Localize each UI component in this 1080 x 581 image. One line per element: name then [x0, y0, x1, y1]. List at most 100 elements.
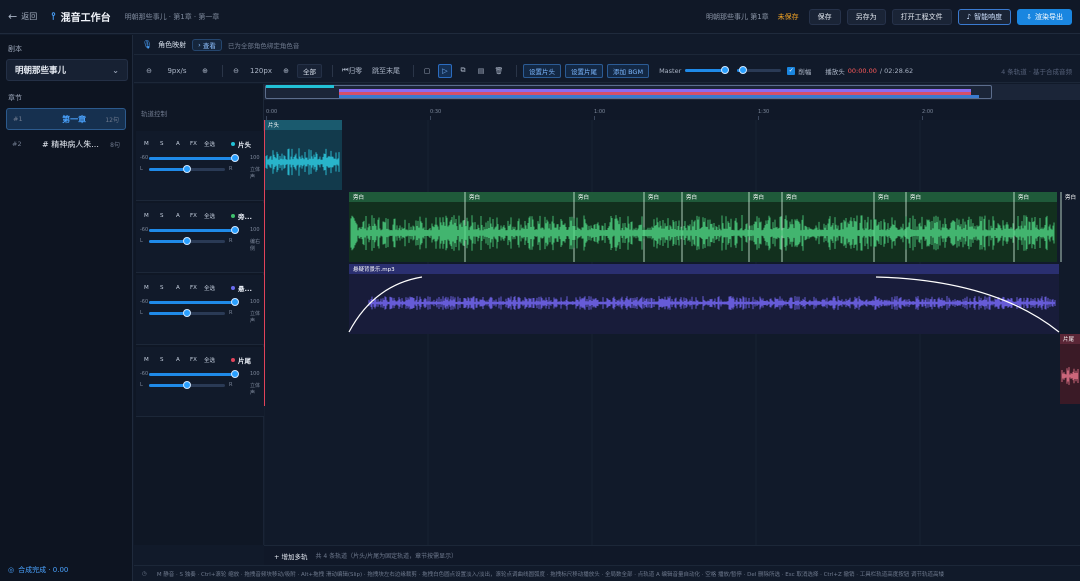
render-export-button[interactable]: ⇩ 渲染导出: [1017, 8, 1072, 25]
track-toggle-button[interactable]: S: [160, 139, 164, 148]
track-control: M S A FX 全选 片头 -60 L R 100 立体声: [136, 131, 264, 201]
open-project-button[interactable]: 打开工程文件: [891, 8, 952, 25]
fit-all-button[interactable]: 全部: [297, 63, 322, 78]
outro-clip-label: 片尾: [1063, 335, 1075, 343]
narration-clip-header[interactable]: [349, 192, 1057, 202]
overview-strip[interactable]: [264, 84, 1080, 100]
track-pan-slider[interactable]: [149, 237, 225, 245]
waveform-canvas: 片头旁白旁白旁白旁白旁白旁白旁白旁白旁白旁白旁白旁白悬疑背景乐.mp3片尾: [263, 120, 1080, 545]
track-toggle-button[interactable]: FX: [190, 211, 197, 220]
track-toggle-button[interactable]: FX: [190, 139, 197, 148]
playhead-line[interactable]: [264, 120, 265, 406]
sidebar: 剧本 明朝那些事儿 ⌄ 章节 #1 第一章 12句 #2 # 精神病人朱... 8句 ◎ 合…: [0, 35, 133, 581]
outro-clip[interactable]: [1060, 334, 1080, 404]
master-volume-slider[interactable]: [685, 66, 730, 74]
zoom-px-value: 9px/s: [167, 66, 187, 75]
clip-checkbox[interactable]: ✓ 削幅: [787, 66, 811, 76]
reset-button[interactable]: ⏮ 归零: [339, 64, 365, 78]
timeline-bottom-bar: + 增加多轨 共 4 条轨道（片头/片尾为固定轨道，章节按需显示）: [264, 545, 1080, 565]
set-outro-button[interactable]: 设置片尾: [565, 63, 603, 78]
track-volume-slider[interactable]: [149, 370, 239, 378]
synthesis-status: ◎ 合成完成 · 0.00: [8, 566, 69, 574]
project-name: 明朝那些事儿 第1章: [705, 12, 769, 21]
unsaved-badge: 未保存: [777, 12, 799, 21]
bgm-clip-label: 悬疑背景乐.mp3: [353, 265, 395, 273]
save-button[interactable]: 保存: [808, 8, 841, 25]
track-control: M S A FX 全选 旁... -60 L R 100 编右侧: [136, 203, 264, 273]
ruler-tick: 0:30: [430, 109, 442, 115]
chapter-item[interactable]: #2 # 精神病人朱... 8句: [6, 133, 126, 155]
trash-icon[interactable]: 🗑: [492, 64, 506, 78]
master-gain-slider[interactable]: [737, 66, 782, 74]
track-name: 片头: [231, 139, 251, 149]
copy-icon[interactable]: ⧉: [456, 64, 470, 78]
track-toggle-button[interactable]: FX: [190, 283, 197, 292]
narration-clip-label: 旁白: [910, 193, 921, 201]
pointer-tool-icon[interactable]: ▷: [438, 63, 452, 78]
paste-icon[interactable]: ▤: [474, 64, 488, 78]
top-header: ← 返回 ⫯ 混音工作台 明朝那些事儿 · 第1章 · 第一章 明朝那些事儿 第1章…: [0, 0, 1080, 34]
track-volume-slider[interactable]: [149, 226, 239, 234]
narration-clip-label: 旁白: [753, 193, 764, 201]
zoom-in-icon[interactable]: ⊕: [198, 64, 212, 78]
track-height-decrease-icon[interactable]: ⊖: [229, 64, 243, 78]
master-label: Master: [659, 66, 682, 75]
save-as-button[interactable]: 另存为: [846, 8, 886, 25]
smart-loudness-button[interactable]: ♪ 智能响度: [957, 8, 1012, 25]
zoom-out-icon[interactable]: ⊖: [142, 64, 156, 78]
set-intro-button[interactable]: 设置片头: [523, 63, 561, 78]
track-toggle-button[interactable]: M: [144, 283, 149, 292]
bgm-clip[interactable]: [349, 264, 1059, 334]
timeline-toolbar: ⊖ 9px/s ⊕ ⊖ 120px ⊕ 全部 ⏮ 归零 跳至末尾 ▢ ▷ ⧉ ▤ …: [134, 59, 1080, 83]
select-box-icon[interactable]: ▢: [420, 64, 434, 78]
checkbox-checked-icon: ✓: [787, 66, 796, 75]
role-mapping-bar: 🎙 角色映射 › 查看 已为全部角色绑定角色音: [134, 35, 1080, 55]
track-toggle-button[interactable]: S: [160, 355, 164, 364]
track-pan-slider[interactable]: [149, 381, 225, 389]
script-label: 剧本: [8, 45, 22, 53]
track-toggle-button[interactable]: A: [176, 211, 180, 220]
track-toggle-button[interactable]: M: [144, 355, 149, 364]
back-button[interactable]: ← 返回: [8, 10, 37, 23]
narration-clip-label: 旁白: [353, 193, 364, 201]
ruler-tick: 1:30: [758, 109, 770, 115]
timeline-ruler[interactable]: 0:00 0:30 1:00 1:30 2:00: [264, 84, 1080, 120]
track-volume-slider[interactable]: [149, 154, 239, 162]
track-toggle-button[interactable]: S: [160, 211, 164, 220]
view-role-button[interactable]: › 查看: [192, 38, 222, 51]
breadcrumb: 明朝那些事儿 · 第1章 · 第一章: [124, 12, 220, 21]
narration-clip-label: 旁白: [1065, 193, 1076, 201]
add-track-button[interactable]: + 增加多轨: [274, 551, 308, 561]
track-pan-slider[interactable]: [149, 165, 225, 173]
intro-clip-label: 片头: [268, 121, 280, 129]
track-toggle-button[interactable]: A: [176, 283, 180, 292]
check-circle-icon: ◎: [8, 566, 15, 574]
chapter-item[interactable]: #1 第一章 12句: [6, 108, 126, 130]
app-title: ⫯ 混音工作台: [51, 11, 111, 24]
track-toggle-button[interactable]: M: [144, 139, 149, 148]
track-toggle-button[interactable]: 全选: [204, 355, 215, 364]
to-end-button[interactable]: 跳至末尾: [369, 64, 403, 78]
track-toggle-button[interactable]: 全选: [204, 283, 215, 292]
intro-clip[interactable]: [264, 120, 342, 190]
add-bgm-button[interactable]: 添加 BGM: [607, 63, 650, 78]
track-toggle-button[interactable]: A: [176, 139, 180, 148]
narration-clip-label: 旁白: [578, 193, 589, 201]
script-select[interactable]: 明朝那些事儿 ⌄: [6, 59, 128, 81]
bgm-clip-header[interactable]: [349, 264, 1059, 274]
mixer-icon: ⫯: [51, 11, 56, 22]
playhead-label: 播放头: [825, 67, 845, 76]
track-toggle-button[interactable]: FX: [190, 355, 197, 364]
track-pan-slider[interactable]: [149, 309, 225, 317]
track-toggle-button[interactable]: M: [144, 211, 149, 220]
track-toggle-button[interactable]: 全选: [204, 211, 215, 220]
track-control: M S A FX 全选 悬... -60 L R 100 立体声: [136, 275, 264, 345]
track-volume-slider[interactable]: [149, 298, 239, 306]
mixing-workbench: ← 返回 ⫯ 混音工作台 明朝那些事儿 · 第1章 · 第一章 明朝那些事儿 第1章…: [0, 0, 1080, 581]
download-icon: ⇩: [1026, 12, 1032, 21]
track-toggle-button[interactable]: 全选: [204, 139, 215, 148]
track-name: 悬...: [231, 283, 252, 293]
track-height-increase-icon[interactable]: ⊕: [279, 64, 293, 78]
track-toggle-button[interactable]: A: [176, 355, 180, 364]
track-toggle-button[interactable]: S: [160, 283, 164, 292]
